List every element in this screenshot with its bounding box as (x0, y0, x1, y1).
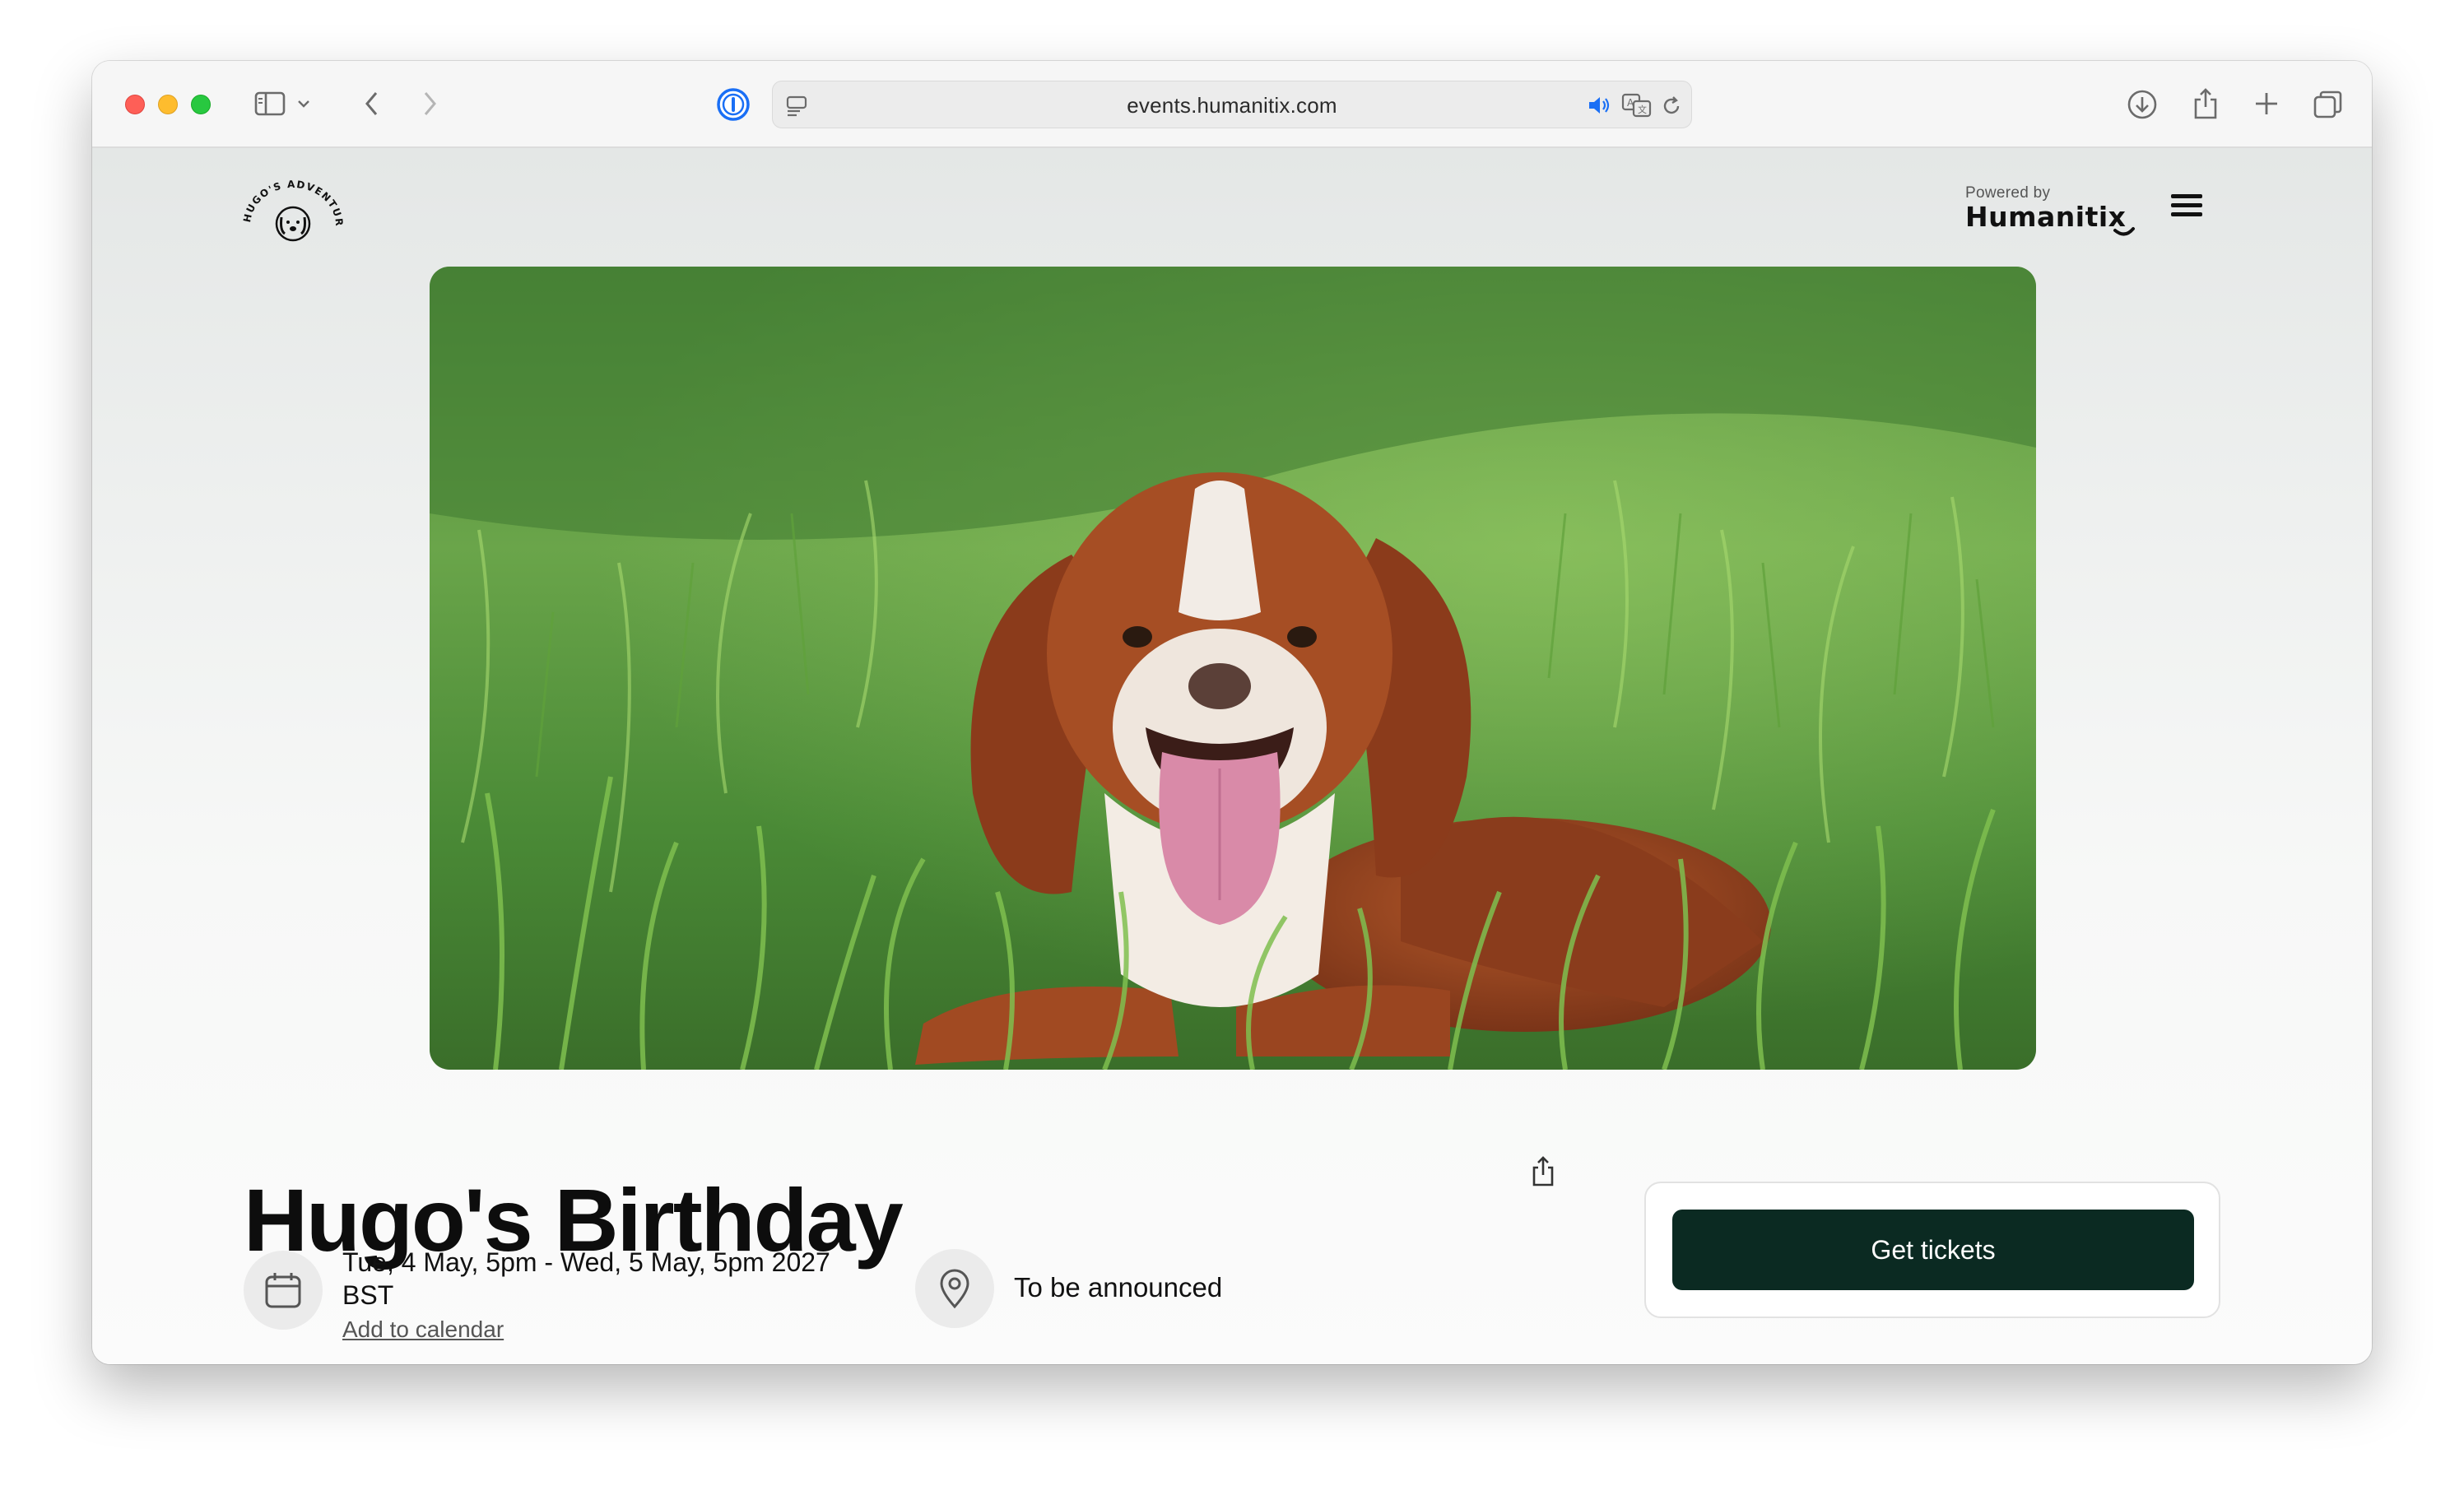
powered-by-humanitix[interactable]: Powered by Humanitix (1965, 184, 2135, 236)
forward-icon[interactable] (413, 87, 446, 120)
share-event-icon[interactable] (1529, 1154, 1564, 1193)
logo-lettering: HUGO'S ADVENTURES (238, 170, 344, 227)
close-window-button[interactable] (125, 95, 145, 114)
get-tickets-button[interactable]: Get tickets (1672, 1210, 2194, 1290)
event-page: HUGO'S ADVENTURES Powered by Humanitix (92, 148, 2372, 1364)
event-date-range: Tue, 4 May, 5pm - Wed, 5 May, 5pm 2027 (342, 1247, 830, 1277)
browser-window: events.humanitix.com A文 HUGO'S ADVENTUR … (92, 61, 2372, 1364)
humanitix-wordmark: Humanitix (1965, 201, 2127, 233)
svg-text:文: 文 (1638, 104, 1647, 115)
zoom-window-button[interactable] (191, 95, 211, 114)
new-tab-icon[interactable] (2250, 87, 2283, 120)
minimize-window-button[interactable] (158, 95, 178, 114)
ticket-panel: Get tickets (1644, 1182, 2220, 1318)
calendar-icon (244, 1251, 323, 1330)
hugos-adventures-logo[interactable]: HUGO'S ADVENTURES (238, 170, 344, 245)
event-location: To be announced (1014, 1272, 1223, 1303)
translate-icon[interactable]: A文 (1620, 91, 1653, 119)
event-hero-image (430, 267, 2036, 1070)
location-pin-icon (915, 1249, 994, 1328)
url-text: events.humanitix.com (1127, 93, 1337, 118)
reload-icon[interactable] (1658, 93, 1685, 119)
back-icon[interactable] (356, 87, 388, 120)
powered-by-label: Powered by (1965, 184, 2051, 202)
tab-overview-icon[interactable] (2311, 87, 2345, 122)
downloads-icon[interactable] (2125, 87, 2159, 122)
address-bar[interactable]: events.humanitix.com A文 (772, 81, 1692, 128)
share-icon[interactable] (2189, 84, 2222, 122)
chevron-down-icon[interactable] (295, 94, 313, 114)
event-timezone: BST (342, 1280, 394, 1310)
browser-toolbar: events.humanitix.com A文 (92, 61, 2372, 148)
add-to-calendar-link[interactable]: Add to calendar (342, 1317, 504, 1343)
menu-icon[interactable] (2171, 194, 2202, 219)
password-manager-icon[interactable] (714, 86, 752, 123)
humanitix-swoosh-icon (2113, 227, 2135, 236)
audio-playing-icon[interactable] (1586, 93, 1614, 118)
svg-text:A: A (1627, 97, 1634, 109)
sidebar-toggle-icon[interactable] (253, 89, 286, 118)
svg-text:HUGO'S ADVENTURES: HUGO'S ADVENTURES (242, 179, 344, 227)
